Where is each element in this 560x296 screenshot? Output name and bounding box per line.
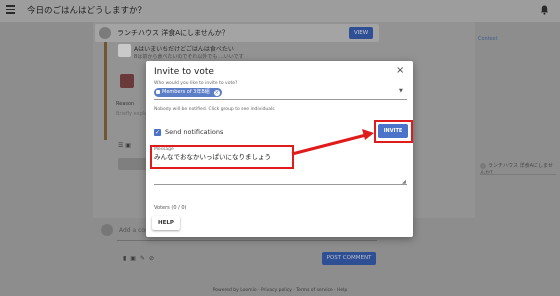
post-comment-button[interactable]: POST COMMENT <box>322 252 376 265</box>
poll-option-1-title: Aはいまいちだけどごはんは食べたい <box>134 46 234 53</box>
thread-bar <box>104 42 107 140</box>
send-notifications-label: Send notifications <box>165 128 224 136</box>
close-icon[interactable]: × <box>396 66 404 76</box>
help-button[interactable]: HELP <box>152 216 180 230</box>
thumbs-down-icon[interactable] <box>120 74 134 88</box>
poll-option-1[interactable]: Aはいまいちだけどごはんは食べたい Bは前から食べたいのでそれ以外でも ...い… <box>118 44 358 62</box>
app-bar: 今日のごはんはどうしますか？ <box>0 0 560 22</box>
notify-hint: Nobody will be notified. Click group to … <box>154 107 275 112</box>
message-underline <box>154 184 407 185</box>
comment-underline <box>117 240 377 241</box>
invite-highlight-box <box>374 120 413 143</box>
avatar <box>101 224 113 236</box>
chip-remove-icon[interactable]: × <box>213 89 220 96</box>
invite-dialog: Invite to vote × Who would you like to i… <box>146 61 413 237</box>
proposal-text: ランチハウス 洋食Aにしませんか？ <box>117 29 229 37</box>
emoji-icon <box>118 44 131 57</box>
menu-icon[interactable] <box>6 5 15 16</box>
select-underline <box>154 99 407 100</box>
app-title: 今日のごはんはどうしますか？ <box>27 6 147 16</box>
context-link[interactable]: Context <box>478 36 498 42</box>
avatar <box>99 27 111 39</box>
resize-handle-icon[interactable]: ◢ <box>402 179 406 185</box>
bell-icon[interactable] <box>540 5 549 15</box>
group-chip[interactable]: Members of 3年B組 × <box>154 88 222 97</box>
comment-toolbar-icons[interactable]: ▮▣✎⊘ <box>123 255 158 262</box>
divider <box>480 174 556 175</box>
view-button[interactable]: VIEW <box>349 27 373 39</box>
submit-button[interactable] <box>118 158 148 170</box>
invite-question-label: Who would you like to invite to vote? <box>154 81 238 86</box>
send-notifications-checkbox[interactable]: ✓ <box>154 129 161 136</box>
voters-count: Voters (0 / 0) <box>154 205 187 211</box>
group-icon <box>156 89 160 94</box>
format-icons[interactable]: ☰ ▣ <box>118 142 131 149</box>
avatar <box>480 162 486 169</box>
group-chip-label: Members of 3年B組 <box>162 89 210 95</box>
footer-links[interactable]: Powered by Loomio · Privacy policy · Ter… <box>0 288 560 293</box>
message-highlight-box <box>150 145 294 169</box>
reason-label: Reason <box>116 101 135 107</box>
chevron-down-icon[interactable]: ▼ <box>399 88 403 94</box>
poll-option-1-subtitle: Bは前から食べたいのでそれ以外でも ...いいです <box>134 54 244 60</box>
dialog-title: Invite to vote <box>154 67 214 77</box>
proposal-banner: ランチハウス 洋食Aにしませんか？ VIEW <box>95 24 379 42</box>
